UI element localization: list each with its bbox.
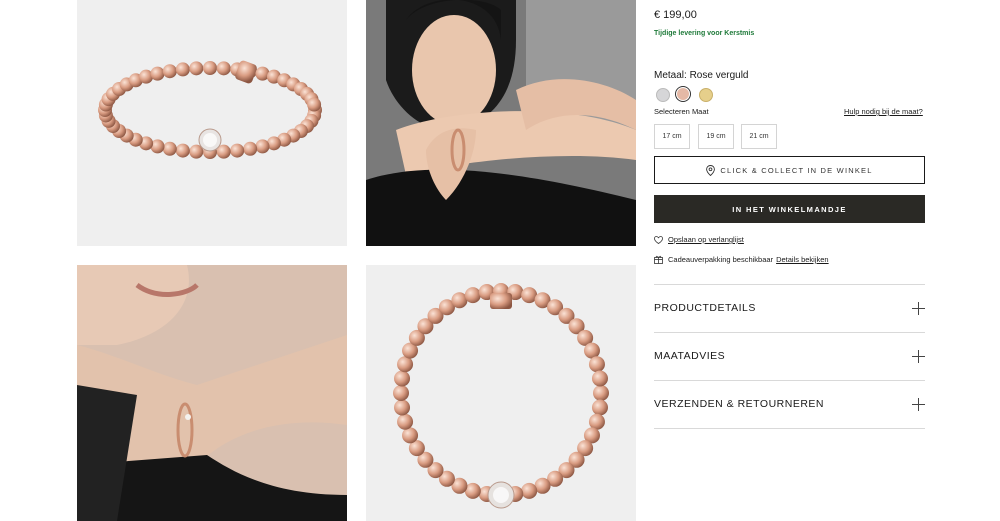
bead: [175, 62, 190, 77]
divider: [654, 428, 925, 429]
bead: [216, 61, 231, 76]
size-label: Selecteren Maat: [654, 107, 709, 116]
click-collect-label: CLICK & COLLECT IN DE WINKEL: [720, 165, 873, 175]
bead: [591, 399, 608, 416]
gift-box-icon: [654, 255, 663, 264]
accordion-label: VERZENDEN & RETOURNEREN: [654, 398, 824, 410]
size-help-link[interactable]: Hulp nodig bij de maat?: [844, 107, 923, 116]
bead: [162, 64, 177, 79]
model-wrist-closeup-icon: [77, 265, 347, 521]
model-image-wrist[interactable]: [77, 265, 347, 521]
metal-swatch-silver[interactable]: [656, 88, 670, 102]
gift-wrap-text: Cadeauverpakking beschikbaar: [668, 255, 774, 264]
divider: [654, 284, 925, 285]
product-price: € 199,00: [654, 9, 697, 21]
heart-icon: [654, 235, 663, 244]
add-to-cart-label: IN HET WINKELMANDJE: [732, 204, 847, 214]
bead: [230, 143, 245, 158]
plus-icon: [912, 397, 925, 411]
beaded-bracelet-front-view-icon: [393, 283, 609, 509]
bead: [307, 97, 322, 112]
accordion-shipping-returns[interactable]: VERZENDEN & RETOURNEREN: [654, 392, 925, 416]
wishlist-link[interactable]: Opslaan op verlanglijst: [668, 235, 744, 244]
add-to-cart-button[interactable]: IN HET WINKELMANDJE: [654, 195, 925, 223]
product-image-bracelet-front[interactable]: [366, 265, 636, 521]
bead: [162, 141, 177, 156]
size-option-19[interactable]: 19 cm: [698, 124, 734, 149]
accordion-label: MAATADVIES: [654, 350, 726, 362]
bead: [255, 139, 270, 154]
size-option-17[interactable]: 17 cm: [654, 124, 690, 149]
bead: [521, 482, 538, 499]
bead: [464, 287, 481, 304]
bead: [393, 385, 409, 401]
bead: [588, 413, 605, 430]
gift-wrap-row: Cadeauverpakking beschikbaar Details bek…: [654, 255, 829, 264]
delivery-note: Tijdige levering voor Kerstmis: [654, 30, 755, 37]
plus-icon: [912, 301, 925, 315]
location-pin-icon: [706, 164, 716, 176]
bead: [394, 370, 411, 387]
bead: [402, 427, 419, 444]
click-collect-button[interactable]: CLICK & COLLECT IN DE WINKEL: [654, 156, 925, 184]
divider: [654, 380, 925, 381]
bead: [203, 61, 217, 75]
metal-swatch-rose[interactable]: [677, 88, 689, 100]
model-wearing-bracelet-icon: [366, 0, 636, 246]
plus-icon: [912, 349, 925, 363]
accordion-label: PRODUCTDETAILS: [654, 302, 756, 314]
model-image-leaning[interactable]: [366, 0, 636, 246]
gift-details-link[interactable]: Details bekijken: [776, 255, 829, 264]
bead: [243, 141, 258, 156]
beaded-bracelet-top-view-icon: [98, 60, 322, 159]
bead: [394, 399, 411, 416]
metal-label: Metaal: Rose verguld: [654, 70, 749, 81]
size-option-21[interactable]: 21 cm: [741, 124, 777, 149]
accordion-product-details[interactable]: PRODUCTDETAILS: [654, 296, 925, 320]
bead: [175, 143, 190, 158]
wishlist-row: Opslaan op verlanglijst: [654, 235, 744, 244]
bead: [150, 66, 165, 81]
divider: [654, 332, 925, 333]
bead: [397, 413, 414, 430]
bead: [397, 356, 414, 373]
bead: [189, 61, 204, 76]
bead: [588, 356, 605, 373]
accordion-size-advice[interactable]: MAATADVIES: [654, 344, 925, 368]
bead: [583, 342, 600, 359]
bead: [593, 385, 609, 401]
metal-swatch-gold[interactable]: [699, 88, 713, 102]
bead: [591, 370, 608, 387]
product-image-bracelet-top[interactable]: [77, 0, 347, 246]
